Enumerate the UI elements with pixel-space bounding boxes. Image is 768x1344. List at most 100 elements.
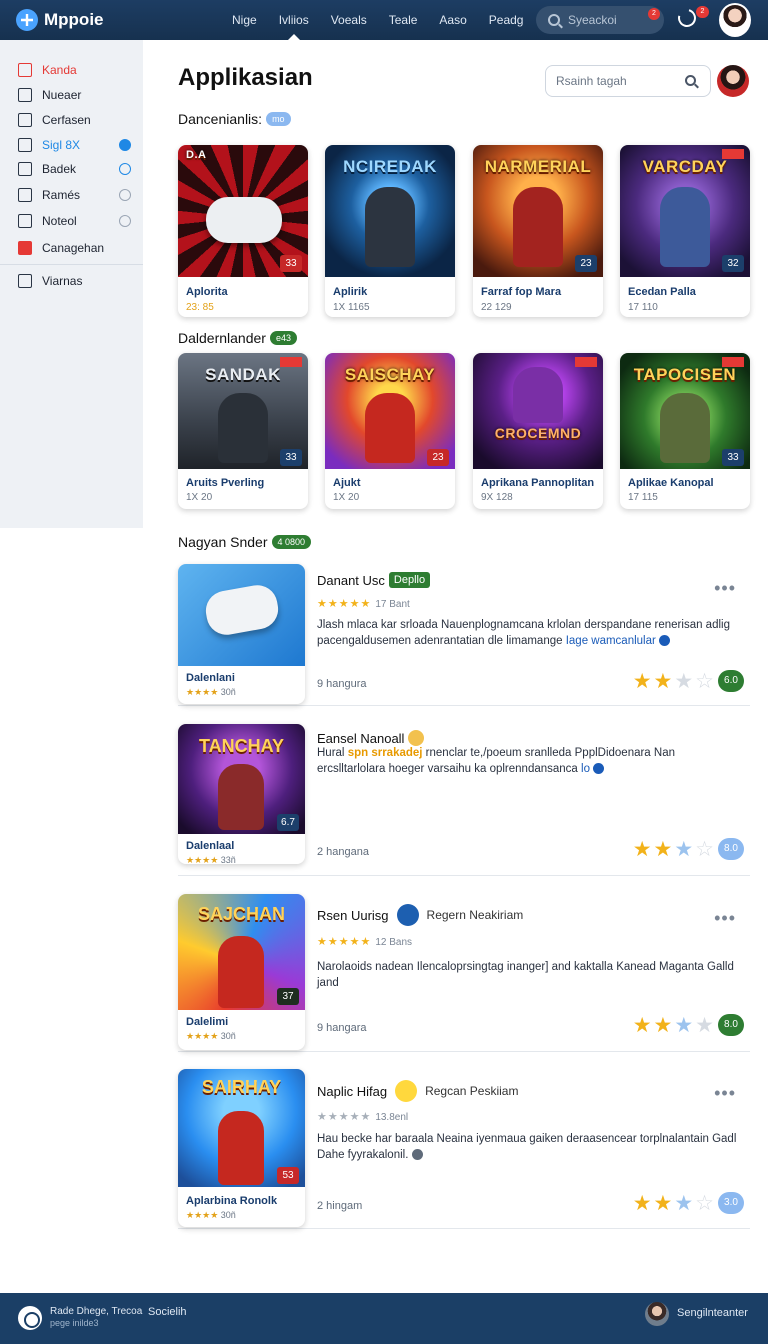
publisher-icon	[396, 904, 419, 926]
card-art-title: NARMERIAL	[484, 157, 592, 176]
star-icon: ★	[632, 1191, 652, 1215]
card-artwork: VARCDAY 32	[620, 145, 750, 277]
search-badge: 2	[648, 8, 660, 20]
nav-item[interactable]: Nige	[232, 0, 257, 40]
star-icon: ★	[653, 1191, 673, 1215]
user-avatar[interactable]	[719, 3, 751, 37]
gamepad-icon	[206, 197, 282, 243]
app-card[interactable]: D.A 33 Aplorita 23: 85	[178, 145, 308, 317]
nav-item[interactable]: Aaso	[439, 0, 466, 40]
fighter-figure	[513, 367, 563, 423]
publisher-icon	[395, 1080, 418, 1102]
search-icon[interactable]	[685, 75, 696, 86]
list-item-title-text: Eansel Nanoall	[317, 730, 405, 746]
list-item[interactable]: SAIRHAY 53 Aplarbina Ronolk ★★★★ 30ñ Nap…	[178, 1069, 750, 1229]
app-card[interactable]: TAPOCISEN 33 Aplikae Kanopal 17 115	[620, 353, 750, 509]
nav-item-active[interactable]: Ivliios	[279, 0, 309, 40]
rating-chip: 8.0	[718, 838, 744, 860]
card-art-title: SANDAK	[205, 365, 281, 384]
publisher-name[interactable]: Regcan Peskiiam	[425, 1084, 518, 1098]
footer-username[interactable]: Sengilnteanter	[677, 1307, 748, 1319]
sidebar-item-label: Canagehan	[42, 241, 105, 255]
hero-figure	[365, 393, 415, 463]
thumbnail-label: Dalenlaal	[186, 840, 235, 852]
card-title: Aprikana Pannoplitan	[481, 477, 595, 489]
sidebar-item-badek[interactable]: Badek	[0, 158, 143, 180]
nav-item[interactable]: Peadg	[489, 0, 524, 40]
card-art-title: NCIREDAK	[343, 157, 437, 176]
rating-count: 12 Bans	[375, 937, 413, 948]
app-card[interactable]: NCIREDAK Aplirik 1X 1165	[325, 145, 455, 317]
card-title: Ecedan Palla	[628, 286, 696, 298]
star-icon: ★	[674, 837, 694, 861]
sidebar-item-viarnas[interactable]: Viarnas	[0, 270, 143, 292]
app-card[interactable]: NARMERIAL 23 Farraf fop Mara 22 129	[473, 145, 603, 317]
document-icon	[18, 188, 32, 202]
app-card[interactable]: SANDAK 33 Aruits Pverling 1X 20	[178, 353, 308, 509]
card-artwork: D.A 33	[178, 145, 308, 277]
nav-item[interactable]: Voeals	[331, 0, 367, 40]
sidebar-item-canagehan[interactable]: Canagehan	[0, 237, 143, 259]
list-item-thumbnail[interactable]: TANCHAY 6.7 Dalenlaal ★★★★ 33ñ	[178, 724, 305, 864]
list-item[interactable]: Dalenlani ★★★★ 30ñ Danant Usc Depllo •••…	[178, 564, 750, 706]
nav-item[interactable]: Teale	[389, 0, 418, 40]
thumbnail-subtext: 30ñ	[220, 1031, 236, 1041]
section-title: Nagyan Snder 4 0800	[178, 534, 312, 550]
footer-avatar[interactable]	[645, 1302, 669, 1326]
sidebar-item-rames[interactable]: Ramés	[0, 184, 143, 206]
list-item-title-text: Rsen Uurisg	[317, 907, 389, 923]
list-item[interactable]: TANCHAY 6.7 Dalenlaal ★★★★ 33ñ Eansel Na…	[178, 724, 750, 876]
rating-chip: 6.0	[718, 670, 744, 692]
description-link[interactable]: Iage wamcanlular	[566, 635, 656, 647]
profile-avatar[interactable]	[717, 65, 749, 97]
app-card[interactable]: CROCEMND Aprikana Pannoplitan 9X 128	[473, 353, 603, 509]
card-subtitle: 1X 1165	[333, 302, 370, 313]
search-icon	[548, 14, 560, 26]
card-artwork: TAPOCISEN 33	[620, 353, 750, 469]
app-card[interactable]: SAISCHAY 23 Ajukt 1X 20	[325, 353, 455, 509]
card-subtitle: 17 110	[628, 302, 658, 313]
list-item-description: Hau becke har baraala Neaina iyenmaua ga…	[317, 1131, 737, 1163]
list-item[interactable]: SAJCHAN 37 Dalelimi ★★★★ 30ñ Rsen Uurisg…	[178, 894, 750, 1052]
section-badge: mo	[266, 112, 291, 126]
sidebar-divider	[0, 264, 143, 265]
sidebar-item-sigl[interactable]: Sigl 8X	[0, 134, 143, 156]
footer-link[interactable]: Socielih	[148, 1306, 187, 1318]
footer-logo-icon[interactable]	[18, 1306, 42, 1330]
card-title: Aplirik	[333, 286, 368, 298]
section-heading: Nagyan Snder	[178, 534, 268, 550]
list-item-title-text: Danant Usc	[317, 572, 385, 588]
list-item-thumbnail[interactable]: Dalenlani ★★★★ 30ñ	[178, 564, 305, 704]
more-options-icon[interactable]: •••	[714, 1083, 736, 1104]
more-options-icon[interactable]: •••	[714, 578, 736, 599]
description-link[interactable]: lo	[581, 763, 590, 775]
app-card[interactable]: VARCDAY 32 Ecedan Palla 17 110	[620, 145, 750, 317]
home-icon	[18, 88, 32, 102]
sidebar-item-label: Ramés	[42, 188, 81, 202]
top-search-input[interactable]: Syeackoi 2	[536, 6, 664, 34]
sidebar-item-noteol[interactable]: Noteol	[0, 210, 143, 232]
list-item-thumbnail[interactable]: SAJCHAN 37 Dalelimi ★★★★ 30ñ	[178, 894, 305, 1050]
sidebar-item-kanda[interactable]: Kanda	[0, 59, 143, 81]
rating-count: 13.8enl	[375, 1112, 409, 1123]
main-search-input[interactable]: Rsainh tagah	[545, 65, 711, 97]
soldier-figure	[660, 393, 710, 463]
star-icon: ☆	[695, 837, 714, 861]
card-corner-label	[722, 149, 744, 159]
sidebar: Kanda Nueaer Cerfasen Sigl 8X Badek Ramé…	[0, 40, 143, 528]
rating-chip: 8.0	[718, 1014, 744, 1036]
star-rating: ★ ★ ★ ★ 8.0	[633, 1014, 744, 1036]
sidebar-item-cerfasen[interactable]: Cerfasen	[0, 109, 143, 131]
thumbnail-label: Dalelimi	[186, 1016, 229, 1028]
thumbnail-artwork	[178, 564, 305, 666]
card-subtitle: 1X 20	[333, 492, 360, 503]
small-star-rating: ★★★★★ 12 Bans	[317, 936, 413, 948]
app-logo[interactable]: Mppoie	[16, 9, 104, 31]
sidebar-item-nueaer[interactable]: Nueaer	[0, 84, 143, 106]
publisher-name[interactable]: Regern Neakiriam	[427, 908, 524, 922]
list-item-thumbnail[interactable]: SAIRHAY 53 Aplarbina Ronolk ★★★★ 30ñ	[178, 1069, 305, 1227]
thumbnail-subtext: 30ñ	[220, 687, 236, 697]
note-icon	[18, 214, 32, 228]
more-options-icon[interactable]: •••	[714, 908, 736, 929]
hero-figure	[218, 936, 264, 1008]
